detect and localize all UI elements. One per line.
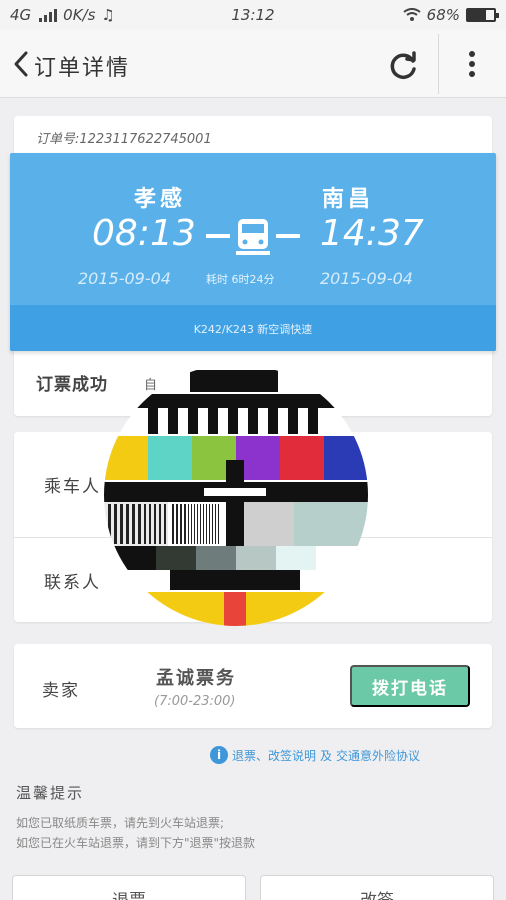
insurance-agreement-link[interactable]: 交通意外险协议 <box>336 747 420 764</box>
status-right: 68% <box>403 6 499 24</box>
test-pattern-overlay <box>104 364 368 626</box>
tip-line-2: 如您已在火车站退票，请到下方"退票"按退款 <box>16 836 256 850</box>
passenger-label: 乘车人 <box>44 477 101 497</box>
arrival-station: 南昌 <box>322 187 375 212</box>
status-bar: 4G 0K/s ♫ 13:12 68% <box>0 0 506 30</box>
chevron-left-icon <box>14 51 28 77</box>
info-icon: i <box>210 746 228 764</box>
seller-label: 卖家 <box>42 681 80 701</box>
back-button[interactable] <box>4 42 38 86</box>
order-number: 订单号:1223117622745001 <box>36 132 212 147</box>
contact-label: 联系人 <box>44 573 101 593</box>
departure-station: 孝感 <box>134 187 187 212</box>
arrival-time: 14:37 <box>320 213 424 254</box>
seller-hours: (7:00-23:00) <box>154 694 236 709</box>
nav-bar: 订单详情 <box>0 30 506 98</box>
music-icon: ♫ <box>101 6 115 24</box>
train-info-panel: 孝感 南昌 08:13 14:37 2015-09-04 耗时 6时24分 20… <box>10 153 496 351</box>
change-ticket-button[interactable]: 改签 <box>260 875 494 900</box>
links-conjunction: 及 <box>320 748 333 763</box>
train-number-bar: K242/K243 新空调快速 <box>10 305 496 351</box>
tips-title: 温馨提示 <box>16 784 85 802</box>
refund-policy-link[interactable]: 退票、改签说明 <box>232 747 316 764</box>
nav-divider <box>438 34 439 94</box>
order-status: 订票成功 <box>36 375 108 395</box>
test-pattern-graphic <box>104 364 368 626</box>
status-left: 4G 0K/s ♫ <box>10 6 115 24</box>
trip-duration: 耗时 6时24分 <box>206 273 275 286</box>
call-seller-button[interactable]: 拨打电话 <box>350 665 470 707</box>
battery-percent: 68% <box>426 6 460 24</box>
signal-icon <box>39 8 58 22</box>
battery-icon <box>466 8 499 22</box>
more-button[interactable] <box>450 44 494 84</box>
network-type: 4G <box>10 6 32 24</box>
network-speed: 0K/s <box>63 6 96 24</box>
train-number: K242/K243 新空调快速 <box>193 323 313 336</box>
page-title: 订单详情 <box>34 56 131 81</box>
train-icon <box>206 219 300 255</box>
departure-date: 2015-09-04 <box>78 269 171 288</box>
refund-button[interactable]: 退票 <box>12 875 246 900</box>
wifi-icon <box>403 8 421 21</box>
tip-line-1: 如您已取纸质车票，请先到火车站退票; <box>16 816 225 830</box>
refresh-button[interactable] <box>384 46 422 84</box>
seller-name: 孟诚票务 <box>156 668 236 689</box>
seller-card: 卖家 孟诚票务 (7:00-23:00) 拨打电话 <box>14 644 492 728</box>
policy-links: i 退票、改签说明 及 交通意外险协议 <box>210 746 420 764</box>
battery-fill <box>468 10 486 20</box>
refresh-icon <box>390 51 416 79</box>
departure-time: 08:13 <box>92 213 196 254</box>
more-vertical-icon <box>469 51 475 77</box>
arrival-date: 2015-09-04 <box>320 269 413 288</box>
